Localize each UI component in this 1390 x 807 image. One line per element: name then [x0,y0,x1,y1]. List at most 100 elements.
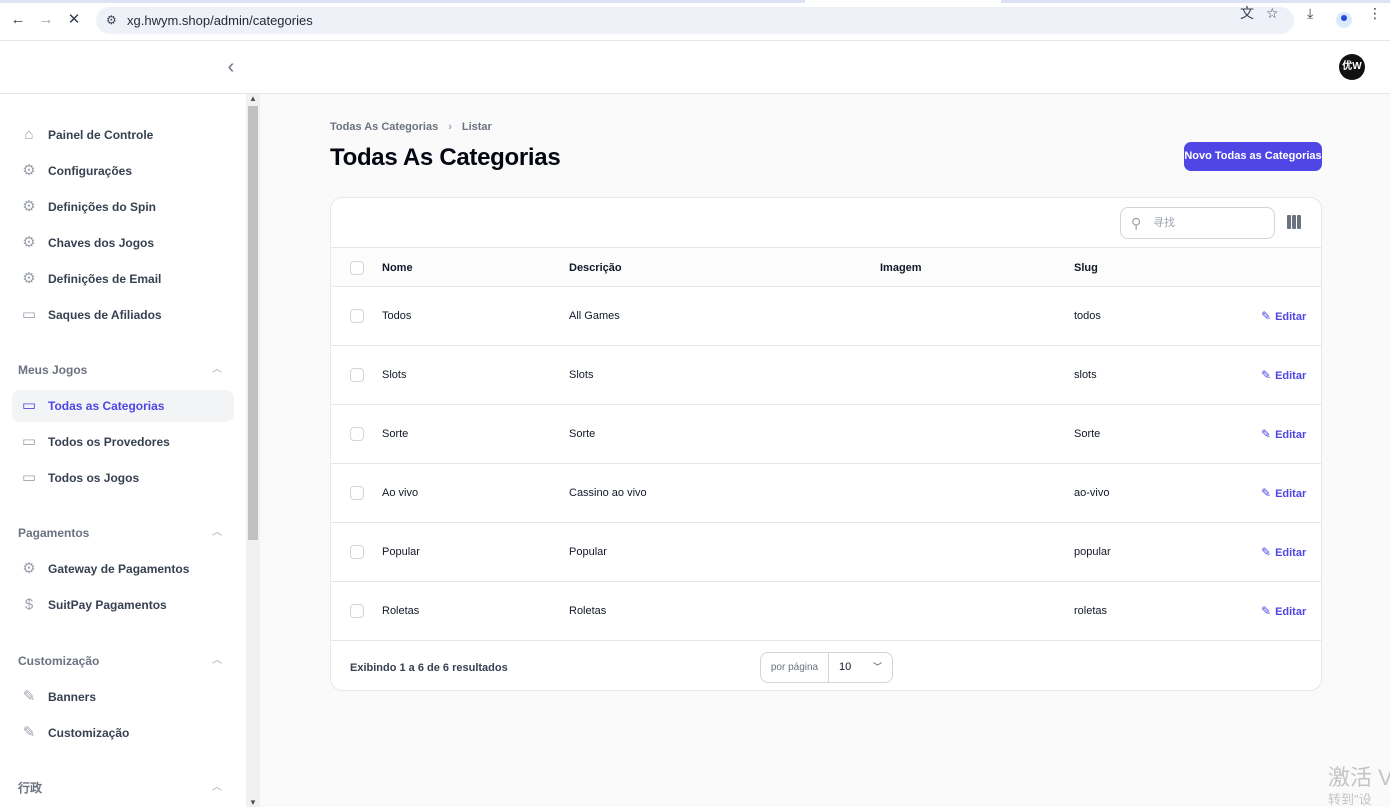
group-label-pagamentos[interactable]: Pagamentos [18,524,89,542]
chevron-up-icon[interactable]: ︿ [212,652,222,670]
menu-dots-icon[interactable]: ⋮ [1368,5,1382,22]
dollar-icon: $ [24,596,34,613]
table-row[interactable]: Sorte Sorte Sorte ✎ Editar [331,405,1321,464]
arrow-left-icon[interactable]: ← [8,10,28,30]
scroll-down-icon[interactable]: ▼ [249,798,257,807]
group-label-meus-jogos[interactable]: Meus Jogos [18,361,87,379]
breadcrumb: Todas As Categorias › Listar [330,120,492,134]
breadcrumb-item[interactable]: Todas As Categorias [330,121,438,133]
cell-nome: Roletas [382,605,420,617]
sidebar-item-gateway[interactable]: ⚙ Gateway de Pagamentos [12,553,234,585]
edit-button[interactable]: ✎ Editar [1261,346,1306,406]
table-card: ⚲ Nome Descrição Imagem Slug Todos All G… [330,197,1322,691]
sidebar-item-label: Saques de Afiliados [48,308,162,322]
cell-slug: Sorte [1074,428,1101,440]
table-row[interactable]: Roletas Roletas roletas ✎ Editar [331,582,1321,641]
edit-button[interactable]: ✎ Editar [1261,582,1306,642]
download-icon[interactable]: ⤓ [1307,5,1313,22]
per-page-select[interactable]: por página 10 ﹀ [760,652,893,683]
per-page-label: por página [761,653,829,682]
translate-icon[interactable]: 文 [1240,5,1254,22]
row-checkbox[interactable] [350,427,364,441]
select-all-checkbox[interactable] [350,261,364,275]
sidebar-item-saques[interactable]: ▭ Saques de Afiliados [12,299,234,331]
column-header-slug[interactable]: Slug [1074,248,1098,288]
table-row[interactable]: Popular Popular popular ✎ Editar [331,523,1321,582]
sidebar-item-chaves[interactable]: ⚙ Chaves dos Jogos [12,227,234,259]
cell-descricao: Slots [569,369,594,381]
site-info-icon[interactable]: ⚙ [106,12,117,29]
avatar[interactable]: 优W [1339,54,1365,80]
group-label-admin[interactable]: 行政 [18,779,42,797]
group-label-customizacao[interactable]: Customização [18,652,99,670]
activation-watermark: 激活 V [1328,765,1390,790]
sidebar-item-painel[interactable]: ⌂ Painel de Controle [12,119,234,151]
scroll-up-icon[interactable]: ▲ [249,94,257,103]
per-page-value[interactable]: 10 [839,653,851,682]
chevron-left-icon[interactable]: ‹ [222,56,240,78]
column-header-descricao[interactable]: Descrição [569,248,622,288]
sidebar-item-label: Gateway de Pagamentos [48,562,190,576]
edit-icon: ✎ [1261,545,1272,559]
sidebar-item-suitpay[interactable]: $ SuitPay Pagamentos [12,589,234,621]
row-checkbox[interactable] [350,309,364,323]
table-row[interactable]: Ao vivo Cassino ao vivo ao-vivo ✎ Editar [331,464,1321,523]
edit-button[interactable]: ✎ Editar [1261,523,1306,583]
column-header-imagem[interactable]: Imagem [880,248,922,288]
chevron-down-icon[interactable]: ﹀ [873,653,882,682]
folder-icon: ▭ [21,469,37,486]
sidebar-scrollbar[interactable]: ▲ ▼ [246,94,260,807]
sidebar-item-email[interactable]: ⚙ Definições de Email [12,263,234,295]
sidebar-item-label: Definições de Email [48,272,162,286]
sidebar-item-label: Chaves dos Jogos [48,236,155,250]
profile-icon[interactable] [1336,12,1352,28]
row-checkbox[interactable] [350,368,364,382]
chevron-up-icon[interactable]: ︿ [212,524,222,542]
arrow-right-icon[interactable]: → [36,10,56,30]
url-text[interactable]: xg.hwym.shop/admin/categories [127,12,313,29]
sidebar-item-todas-categorias[interactable]: ▭ Todas as Categorias [12,390,234,422]
chevron-up-icon[interactable]: ︿ [212,779,222,797]
sidebar-item-customizacao[interactable]: ✎ Customização [12,717,234,749]
brush-icon: ✎ [22,688,36,705]
edit-label: Editar [1275,547,1307,559]
row-checkbox[interactable] [350,604,364,618]
edit-button[interactable]: ✎ Editar [1261,405,1306,465]
edit-label: Editar [1275,429,1307,441]
columns-toggle-icon[interactable] [1287,215,1301,229]
edit-button[interactable]: ✎ Editar [1261,464,1306,524]
search-input[interactable] [1153,214,1263,232]
sidebar-item-jogos[interactable]: ▭ Todos os Jogos [12,462,234,494]
folder-icon: ▭ [21,397,37,414]
edit-button[interactable]: ✎ Editar [1261,287,1306,347]
scrollbar-thumb[interactable] [248,106,258,540]
chevron-up-icon[interactable]: ︿ [212,361,222,379]
new-category-button[interactable]: Novo Todas as Categorias [1184,142,1322,171]
column-header-nome[interactable]: Nome [382,248,413,288]
active-tab[interactable] [805,0,1001,3]
activation-watermark-sub: 转到"设 [1328,792,1372,807]
cell-descricao: Roletas [569,605,607,617]
sidebar-item-provedores[interactable]: ▭ Todos os Provedores [12,426,234,458]
row-checkbox[interactable] [350,486,364,500]
sidebar-item-spin[interactable]: ⚙ Definições do Spin [12,191,234,223]
cash-icon: ▭ [21,306,37,323]
table-row[interactable]: Todos All Games todos ✎ Editar [331,287,1321,346]
gear-icon: ⚙ [22,270,36,287]
close-icon[interactable]: ✕ [64,10,84,30]
table-header: Nome Descrição Imagem Slug [331,247,1321,287]
cell-slug: popular [1074,546,1111,558]
cell-nome: Popular [382,546,420,558]
sidebar-item-configuracoes[interactable]: ⚙ Configurações [12,155,234,187]
sidebar-item-banners[interactable]: ✎ Banners [12,681,234,713]
row-checkbox[interactable] [350,545,364,559]
table-row[interactable]: Slots Slots slots ✎ Editar [331,346,1321,405]
search-field[interactable]: ⚲ [1120,207,1275,239]
edit-icon: ✎ [1261,368,1272,382]
sidebar-item-label: Todos os Jogos [48,471,140,485]
edit-label: Editar [1275,488,1307,500]
star-icon[interactable]: ☆ [1266,5,1279,22]
sidebar-item-label: Banners [48,690,97,704]
cell-descricao: Popular [569,546,607,558]
address-bar[interactable]: ⚙ xg.hwym.shop/admin/categories [96,7,1294,34]
